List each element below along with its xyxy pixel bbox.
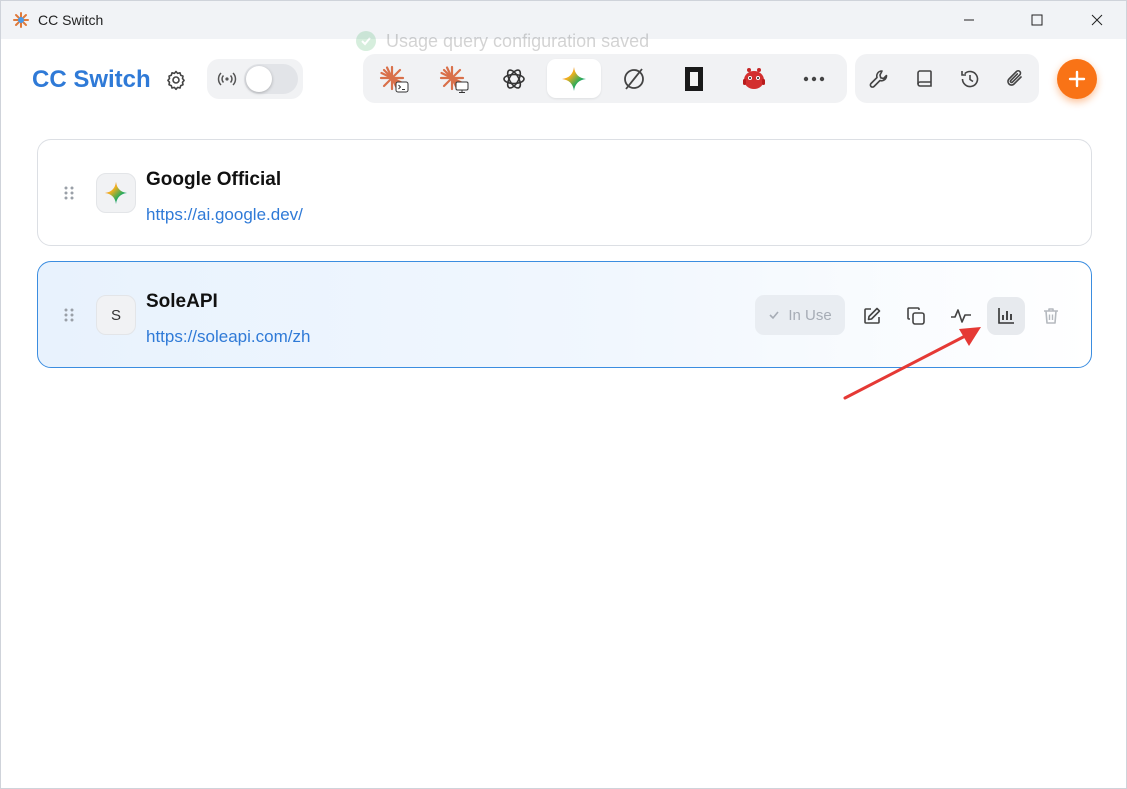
proxy-toggle[interactable] [244, 64, 298, 94]
toast-message: Usage query configuration saved [386, 30, 650, 51]
app-codex[interactable] [487, 59, 541, 98]
toast-notification: Usage query configuration saved [356, 28, 649, 54]
minimize-icon [964, 19, 974, 21]
maximize-button[interactable] [1014, 1, 1060, 39]
delete-button[interactable] [1032, 297, 1070, 335]
app-opencode[interactable] [607, 59, 661, 98]
provider-avatar [96, 173, 136, 213]
paperclip-icon [1007, 70, 1022, 86]
app-logo-icon [13, 12, 29, 28]
trash-icon [1044, 308, 1058, 324]
app-switcher [363, 54, 847, 103]
minimize-button[interactable] [946, 1, 992, 39]
gear-icon[interactable] [164, 68, 188, 92]
provider-url-link[interactable]: https://soleapi.com/zh [146, 327, 310, 347]
dark-tile-icon [685, 66, 703, 91]
docs-button[interactable] [910, 64, 940, 94]
maximize-icon [1031, 14, 1043, 26]
openai-icon [503, 68, 525, 89]
provider-name: Google Official [146, 169, 282, 190]
history-button[interactable] [955, 64, 985, 94]
brand-title: CC Switch [32, 66, 151, 93]
drag-handle-icon[interactable] [63, 185, 75, 201]
app-window: CC Switch Usage query configuration save… [0, 0, 1127, 789]
close-button[interactable] [1074, 1, 1120, 39]
add-provider-button[interactable] [1057, 59, 1097, 99]
in-use-label: In Use [788, 306, 832, 324]
claude-desktop-icon [439, 65, 469, 93]
window-title: CC Switch [38, 12, 104, 28]
book-icon [917, 70, 932, 87]
provider-url-link[interactable]: https://ai.google.dev/ [146, 205, 303, 225]
opencode-icon [624, 67, 644, 90]
check-icon [769, 311, 779, 320]
close-icon [1091, 14, 1103, 26]
attachments-button[interactable] [1000, 64, 1030, 94]
gemini-icon [562, 66, 586, 91]
app-claude-desktop[interactable] [427, 59, 481, 98]
app-gemini[interactable] [547, 59, 601, 98]
claude-terminal-icon [379, 65, 409, 92]
provider-avatar: S [96, 295, 136, 335]
wrench-icon [869, 70, 888, 88]
app-more[interactable] [787, 59, 841, 98]
app-dark-tile[interactable] [667, 59, 721, 98]
provider-card[interactable]: Google Official https://ai.google.dev/ [37, 139, 1092, 246]
history-icon [961, 70, 979, 88]
red-robot-icon [743, 67, 765, 89]
plus-icon [1068, 70, 1086, 88]
check-circle-icon [356, 31, 376, 51]
signal-icon [217, 72, 237, 86]
tools-button[interactable] [864, 64, 894, 94]
gemini-icon [104, 181, 128, 205]
more-icon [803, 76, 825, 81]
utility-toolbar [855, 54, 1039, 103]
toggle-knob [246, 66, 272, 92]
app-red-robot[interactable] [727, 59, 781, 98]
drag-handle-icon[interactable] [63, 307, 75, 323]
annotation-arrow-icon [843, 327, 981, 400]
proxy-toggle-group [207, 59, 303, 99]
app-claude-code[interactable] [367, 59, 421, 98]
provider-name: SoleAPI [146, 291, 218, 312]
